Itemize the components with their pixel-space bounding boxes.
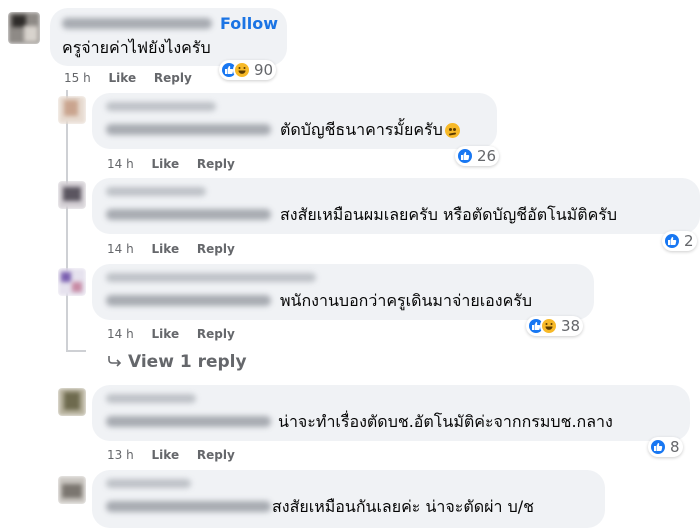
haha-icon [540, 317, 558, 335]
like-button[interactable]: Like [109, 71, 137, 85]
comment-time[interactable]: 13 h [107, 448, 134, 462]
reply-button[interactable]: Reply [197, 242, 235, 256]
reply-button[interactable]: Reply [154, 71, 192, 85]
avatar[interactable] [58, 476, 86, 504]
reply-bubble: พนักงานบอกว่าครูเดินมาจ่ายเองครับ [92, 264, 594, 320]
avatar[interactable] [58, 388, 86, 416]
reaction-count: 90 [254, 61, 274, 79]
follow-button[interactable]: Follow [220, 14, 278, 33]
author-name-redacted [106, 102, 216, 111]
view-replies-button[interactable]: View 1 reply [108, 352, 247, 372]
reply-button[interactable]: Reply [197, 157, 235, 171]
comment-text: ครูจ่ายค่าไฟยังไงครับ [62, 38, 211, 57]
reply-time[interactable]: 14 h [107, 327, 134, 341]
reply-actions: 14 h Like Reply [107, 242, 235, 256]
reply-actions: 14 h Like Reply [107, 157, 235, 171]
avatar[interactable] [58, 96, 86, 124]
thread-branch [66, 350, 86, 352]
reaction-count: 2 [684, 232, 694, 250]
comment-text: สงสัยเหมือนกันเลยค่ะ น่าจะตัดผ่า บ/ช [272, 497, 535, 516]
reply-text: พนักงานบอกว่าครูเดินมาจ่ายเองครับ [280, 291, 533, 310]
like-button[interactable]: Like [152, 327, 180, 341]
reply-button[interactable]: Reply [197, 448, 235, 462]
author-name-redacted [106, 479, 191, 488]
avatar[interactable] [58, 181, 86, 209]
like-icon [663, 232, 681, 250]
thinking-emoji [444, 123, 460, 138]
reply-bubble: สงสัยเหมือนผมเลยครับ หรือตัดบัญชีอัตโนมั… [92, 178, 700, 234]
like-icon [649, 438, 667, 456]
author-name-redacted [106, 187, 206, 196]
like-button[interactable]: Like [152, 157, 180, 171]
reaction-summary[interactable]: 90 [219, 60, 277, 80]
reply-actions: 14 h Like Reply [107, 327, 235, 341]
author-name-redacted [62, 18, 212, 29]
comment-bubble: น่าจะทำเรื่องตัดบช.อัตโนมัติค่ะจากกรมบช.… [92, 385, 690, 441]
quote-redacted [106, 124, 271, 135]
reply-text: สงสัยเหมือนผมเลยครับ หรือตัดบัญชีอัตโนมั… [280, 205, 618, 224]
like-button[interactable]: Like [152, 242, 180, 256]
reaction-summary[interactable]: 38 [526, 316, 584, 336]
reaction-summary[interactable]: 8 [648, 437, 683, 457]
author-name-redacted [106, 394, 196, 403]
reply-time[interactable]: 14 h [107, 242, 134, 256]
quote-redacted [106, 209, 271, 220]
comment-actions: 13 h Like Reply [107, 448, 235, 462]
thread-line [66, 90, 68, 352]
reaction-count: 8 [670, 438, 680, 456]
like-button[interactable]: Like [152, 448, 180, 462]
comment-time[interactable]: 15 h [64, 71, 91, 85]
reply-arrow-icon [108, 352, 122, 372]
reaction-summary[interactable]: 2 [662, 231, 697, 251]
reaction-summary[interactable]: 26 [455, 146, 500, 166]
quote-redacted [106, 295, 271, 306]
reaction-count: 38 [561, 317, 581, 335]
comment-bubble: Follow ครูจ่ายค่าไฟยังไงครับ [50, 8, 287, 66]
quote-redacted [106, 416, 271, 427]
author-name-redacted [106, 273, 316, 282]
reaction-count: 26 [477, 147, 497, 165]
quote-redacted [106, 501, 271, 512]
reply-button[interactable]: Reply [197, 327, 235, 341]
reply-bubble: ตัดบัญชีธนาคารมั้ยครับ [92, 93, 497, 149]
reply-time[interactable]: 14 h [107, 157, 134, 171]
avatar[interactable] [58, 268, 86, 296]
comment-bubble: สงสัยเหมือนกันเลยค่ะ น่าจะตัดผ่า บ/ช [92, 470, 605, 528]
like-icon [456, 147, 474, 165]
avatar[interactable] [8, 12, 40, 44]
comment-actions: 15 h Like Reply [64, 71, 192, 85]
comment-text: น่าจะทำเรื่องตัดบช.อัตโนมัติค่ะจากกรมบช.… [278, 412, 613, 431]
reply-text: ตัดบัญชีธนาคารมั้ยครับ [280, 120, 460, 140]
haha-icon [233, 61, 251, 79]
